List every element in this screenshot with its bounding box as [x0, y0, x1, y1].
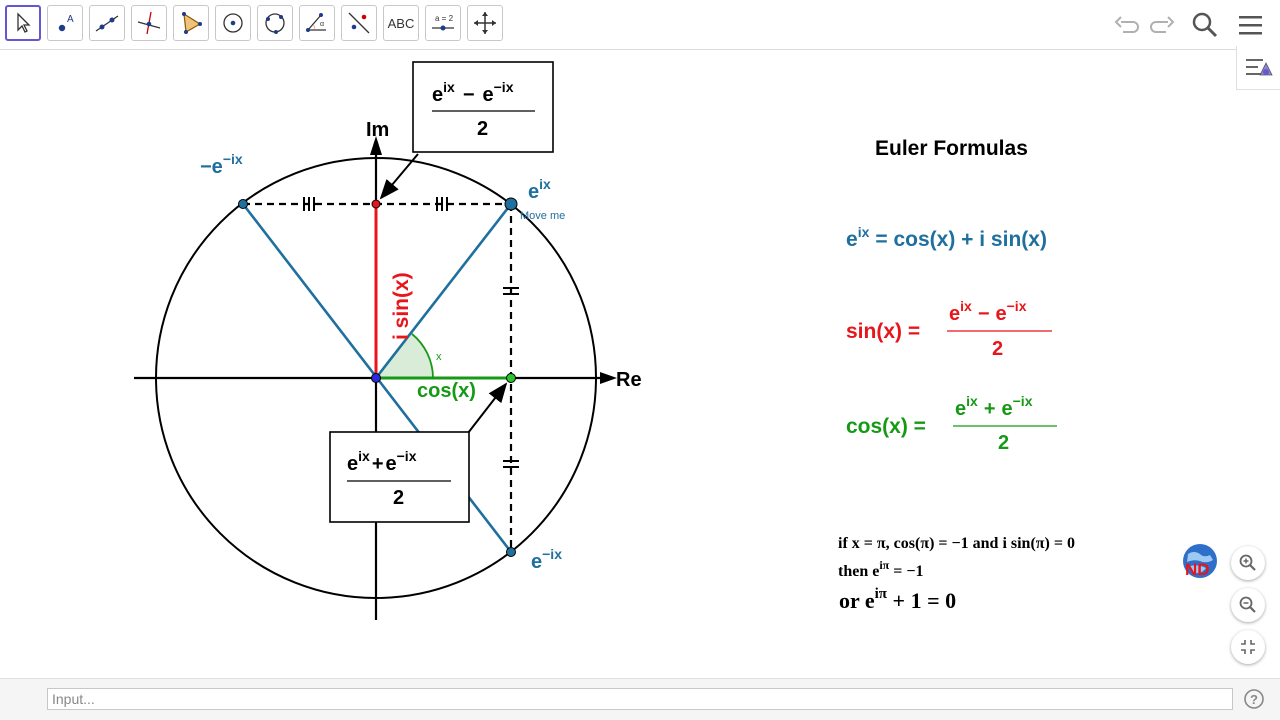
point-neg-eix [238, 199, 248, 209]
polygon-icon [182, 12, 202, 34]
search-button[interactable] [1188, 8, 1222, 42]
zoom-in-button[interactable] [1231, 546, 1265, 580]
hamburger-menu-icon [1239, 16, 1262, 35]
zoom-out-icon [1239, 596, 1256, 613]
cursor-arrow-icon [17, 12, 31, 33]
note-line-1: if x = π, cos(π) = −1 and i sin(π) = 0 [838, 535, 1075, 552]
point-cos [506, 373, 516, 383]
point-tool-button[interactable]: A [47, 5, 83, 41]
nd-logo: ND [1180, 542, 1220, 582]
svg-text:2: 2 [998, 432, 1009, 454]
undo-button[interactable] [1110, 8, 1144, 42]
axis-label-re: Re [616, 369, 642, 391]
label-e-negix: e−ix [531, 546, 562, 573]
collapse-icon [1241, 640, 1255, 654]
move-me-label: Move me [520, 210, 565, 222]
text-tool-label: ABC [387, 15, 415, 31]
zoom-out-button[interactable] [1231, 588, 1265, 622]
slider-icon: a = 2 [432, 14, 454, 31]
svg-text:a = 2: a = 2 [435, 14, 454, 23]
label-neg-eix: −e−ix [200, 151, 243, 178]
svg-text:2: 2 [477, 118, 488, 140]
formula-cos: cos(x) = eix + e−ix 2 [846, 393, 1057, 454]
move-arrows-icon [474, 12, 496, 34]
point-e-negix [506, 547, 516, 557]
polygon-tool-button[interactable] [173, 5, 209, 41]
redo-icon [1150, 16, 1175, 33]
angle-icon: α [306, 13, 326, 32]
svg-text:sin(x) =: sin(x) = [846, 320, 920, 343]
undo-icon [1114, 16, 1139, 33]
slider-tool-button[interactable]: a = 2 [425, 5, 461, 41]
svg-text:eix−e−ix: eix − e−ix [949, 298, 1027, 325]
svg-text:eix+e−ix: eix + e−ix [955, 393, 1033, 420]
label-eix: eix [528, 176, 551, 203]
graphics-view[interactable]: Im Re eix Move me −e−ix e−ix x i sin(x) … [0, 50, 1280, 678]
move-tool-button[interactable] [5, 5, 41, 41]
top-box-arrow [379, 153, 419, 200]
construction-drawing: Im Re eix Move me −e−ix e−ix x i sin(x) … [134, 61, 1075, 620]
help-icon[interactable]: ? [1243, 688, 1265, 710]
circle-center-icon [223, 13, 243, 33]
reflect-icon [348, 12, 370, 34]
cos-label: cos(x) [417, 380, 476, 402]
point-isin [371, 199, 381, 209]
input-bar: ? [0, 678, 1280, 720]
exit-fullscreen-button[interactable] [1231, 630, 1265, 664]
search-icon [1192, 12, 1218, 38]
svg-text:ND: ND [1185, 560, 1210, 579]
circle-three-points-icon [265, 13, 285, 34]
note-line-2: then eiπ = −1 [838, 558, 923, 580]
move-view-tool-button[interactable] [467, 5, 503, 41]
svg-text:α: α [320, 21, 324, 28]
svg-text:?: ? [1250, 692, 1258, 707]
formula-sin: sin(x) = eix − e−ix 2 [846, 298, 1052, 360]
zoom-in-icon [1239, 554, 1256, 571]
angle-label-x: x [436, 351, 442, 363]
euler-formulas-title: Euler Formulas [875, 137, 1028, 160]
origin-point [371, 373, 381, 383]
svg-text:2: 2 [393, 487, 404, 509]
svg-text:A: A [67, 14, 74, 25]
isin-label: i sin(x) [390, 272, 413, 340]
bottom-formula-box: eix + e−ix 2 [329, 431, 470, 523]
axis-label-im: Im [366, 119, 389, 141]
globe-logo-icon: ND [1183, 544, 1217, 579]
circle-tool-button[interactable] [215, 5, 251, 41]
style-bar-toggle-button[interactable] [1236, 46, 1280, 90]
svg-text:cos(x) =: cos(x) = [846, 415, 926, 438]
style-bar-icon [1245, 58, 1273, 75]
text-tool-button[interactable]: ABC [383, 5, 419, 41]
svg-text:2: 2 [992, 338, 1003, 360]
point-icon: A [58, 14, 74, 32]
formula-eix: eix = cos(x) + i sin(x) [846, 224, 1047, 251]
line-tool-button[interactable] [89, 5, 125, 41]
note-line-3: or eiπ + 1 = 0 [839, 586, 956, 613]
circle-three-points-tool-button[interactable] [257, 5, 293, 41]
perpendicular-tool-button[interactable] [131, 5, 167, 41]
redo-button[interactable] [1145, 8, 1179, 42]
reflect-tool-button[interactable] [341, 5, 377, 41]
real-axis-arrow-icon [600, 372, 617, 384]
toolbar: A α ABC a = 2 [0, 0, 1280, 50]
main-menu-button[interactable] [1233, 8, 1267, 42]
angle-tool-button[interactable]: α [299, 5, 335, 41]
point-eix[interactable] [504, 197, 518, 211]
line-icon [95, 15, 119, 32]
top-formula-box: eix − e−ix 2 [412, 61, 554, 153]
algebra-input[interactable] [47, 688, 1233, 710]
perpendicular-icon [137, 11, 161, 35]
